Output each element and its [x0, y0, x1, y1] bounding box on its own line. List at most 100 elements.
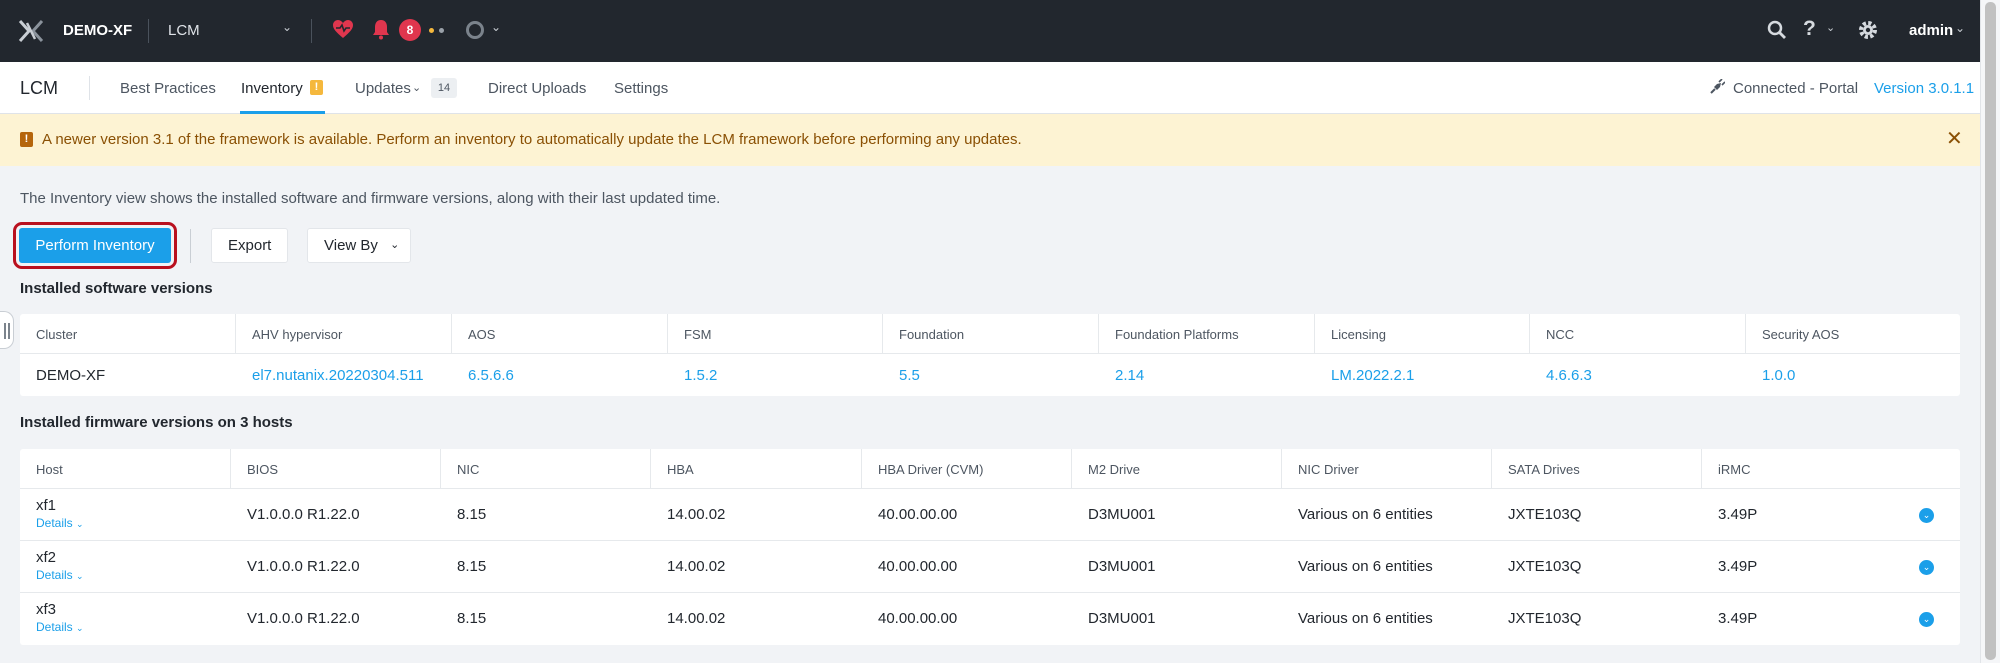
table-cell: 14.00.02: [667, 610, 726, 627]
chevron-down-icon[interactable]: ⌄: [282, 20, 292, 34]
table-cell-link[interactable]: 5.5: [899, 367, 920, 384]
table-cell-link[interactable]: 1.5.2: [684, 367, 717, 384]
details-label: Details: [36, 620, 73, 634]
table-cell-link[interactable]: 6.5.6.6: [468, 367, 514, 384]
perform-inventory-button[interactable]: Perform Inventory: [13, 222, 177, 269]
table-cell-link[interactable]: 1.0.0: [1762, 367, 1795, 384]
table-cell: V1.0.0.0 R1.22.0: [247, 610, 360, 627]
table-row: xf2 Details ⌄ V1.0.0.0 R1.22.0 8.15 14.0…: [20, 541, 1960, 593]
tab-best-practices[interactable]: Best Practices: [120, 80, 216, 97]
column-separator: [1701, 449, 1702, 489]
table-cell: 8.15: [457, 506, 487, 523]
column-header: Host: [36, 462, 63, 477]
column-header: Security AOS: [1762, 327, 1840, 342]
scrollbar-thumb[interactable]: [1985, 2, 1996, 660]
table-cell: 3.49P: [1718, 506, 1758, 523]
chevron-down-icon[interactable]: ⌄: [1955, 21, 1965, 35]
table-cell: 3.49P: [1718, 558, 1758, 575]
tab-updates[interactable]: Updates: [355, 80, 411, 97]
table-cell: 14.00.02: [667, 506, 726, 523]
version-link[interactable]: Version 3.0.1.1: [1874, 80, 1974, 97]
alerts-bell-icon[interactable]: [371, 18, 391, 40]
host-name: xf2: [36, 549, 57, 566]
table-cell-link[interactable]: 4.6.6.3: [1546, 367, 1592, 384]
column-header: Foundation: [899, 327, 965, 342]
warning-dot-icon: [429, 28, 434, 33]
chevron-down-icon[interactable]: ⌄: [412, 81, 421, 94]
search-icon[interactable]: [1767, 20, 1787, 40]
details-toggle[interactable]: Details ⌄: [36, 620, 84, 634]
column-separator: [882, 314, 883, 354]
user-menu[interactable]: admin: [1909, 22, 1953, 39]
expand-row-icon[interactable]: ⌄: [1919, 560, 1934, 575]
divider: [89, 76, 90, 100]
alert-count-badge[interactable]: 8: [399, 19, 421, 41]
table-cell: V1.0.0.0 R1.22.0: [247, 506, 360, 523]
cluster-name: DEMO-XF: [63, 22, 133, 39]
table-cell: 40.00.00.00: [878, 610, 958, 627]
column-separator: [861, 449, 862, 489]
column-separator: [667, 314, 668, 354]
chevron-down-icon[interactable]: ⌄: [1826, 21, 1835, 34]
expand-row-icon[interactable]: ⌄: [1919, 612, 1934, 627]
details-label: Details: [36, 516, 73, 530]
app-selector[interactable]: LCM: [168, 22, 200, 39]
expand-row-icon[interactable]: ⌄: [1919, 508, 1934, 523]
column-separator: [235, 314, 236, 354]
table-cell: 40.00.00.00: [878, 558, 958, 575]
column-header: HBA Driver (CVM): [878, 462, 984, 477]
chevron-down-icon[interactable]: ⌄: [491, 20, 501, 34]
column-separator: [230, 449, 231, 489]
table-cell: D3MU001: [1088, 610, 1156, 627]
table-cell-link[interactable]: LM.2022.2.1: [1331, 367, 1414, 384]
close-icon[interactable]: ✕: [1946, 126, 1963, 151]
view-by-dropdown[interactable]: View By ⌄: [307, 228, 411, 263]
tab-inventory[interactable]: Inventory: [241, 80, 303, 97]
view-by-label: View By: [324, 237, 378, 254]
connection-status: Connected - Portal: [1733, 80, 1859, 97]
divider: [190, 229, 191, 263]
table-cell: JXTE103Q: [1508, 506, 1582, 523]
column-header: NIC: [457, 462, 480, 477]
table-cell: D3MU001: [1088, 558, 1156, 575]
details-toggle[interactable]: Details ⌄: [36, 568, 84, 582]
details-toggle[interactable]: Details ⌄: [36, 516, 84, 530]
column-header: NIC Driver: [1298, 462, 1359, 477]
column-header: Licensing: [1331, 327, 1386, 342]
column-separator: [1098, 314, 1099, 354]
column-separator: [1529, 314, 1530, 354]
column-header: AOS: [468, 327, 496, 342]
table-cell: JXTE103Q: [1508, 610, 1582, 627]
column-header: NCC: [1546, 327, 1575, 342]
column-separator: [1281, 449, 1282, 489]
column-separator: [1491, 449, 1492, 489]
table-row: xf3 Details ⌄ V1.0.0.0 R1.22.0 8.15 14.0…: [20, 593, 1960, 645]
tab-settings[interactable]: Settings: [614, 80, 668, 97]
table-cell-link[interactable]: 2.14: [1115, 367, 1144, 384]
nutanix-logo-icon[interactable]: [18, 19, 44, 43]
tab-direct-uploads[interactable]: Direct Uploads: [488, 80, 586, 97]
software-versions-table: Cluster AHV hypervisor AOS FSM Foundatio…: [20, 314, 1960, 396]
column-separator: [440, 449, 441, 489]
table-cell-link[interactable]: el7.nutanix.20220304.511: [252, 367, 424, 384]
side-panel-handle[interactable]: [0, 311, 14, 349]
page-title: LCM: [20, 78, 59, 98]
table-cell: Various on 6 entities: [1298, 506, 1433, 523]
grip-line: [8, 323, 10, 339]
help-question-icon[interactable]: ?: [1803, 17, 1816, 41]
divider: [148, 19, 149, 43]
column-separator: [451, 314, 452, 354]
grip-line: [4, 323, 6, 339]
divider: [311, 19, 312, 43]
health-heart-icon[interactable]: [331, 17, 355, 41]
chevron-down-icon: ⌄: [390, 239, 400, 251]
table-cell: Various on 6 entities: [1298, 610, 1433, 627]
column-separator: [1071, 449, 1072, 489]
tasks-circle-icon[interactable]: [466, 21, 484, 39]
host-name: xf1: [36, 497, 57, 514]
gear-icon[interactable]: [1857, 19, 1879, 41]
column-separator: [650, 449, 651, 489]
updates-count-badge: 14: [431, 78, 457, 98]
export-button[interactable]: Export: [211, 228, 288, 263]
host-name: xf3: [36, 601, 57, 618]
